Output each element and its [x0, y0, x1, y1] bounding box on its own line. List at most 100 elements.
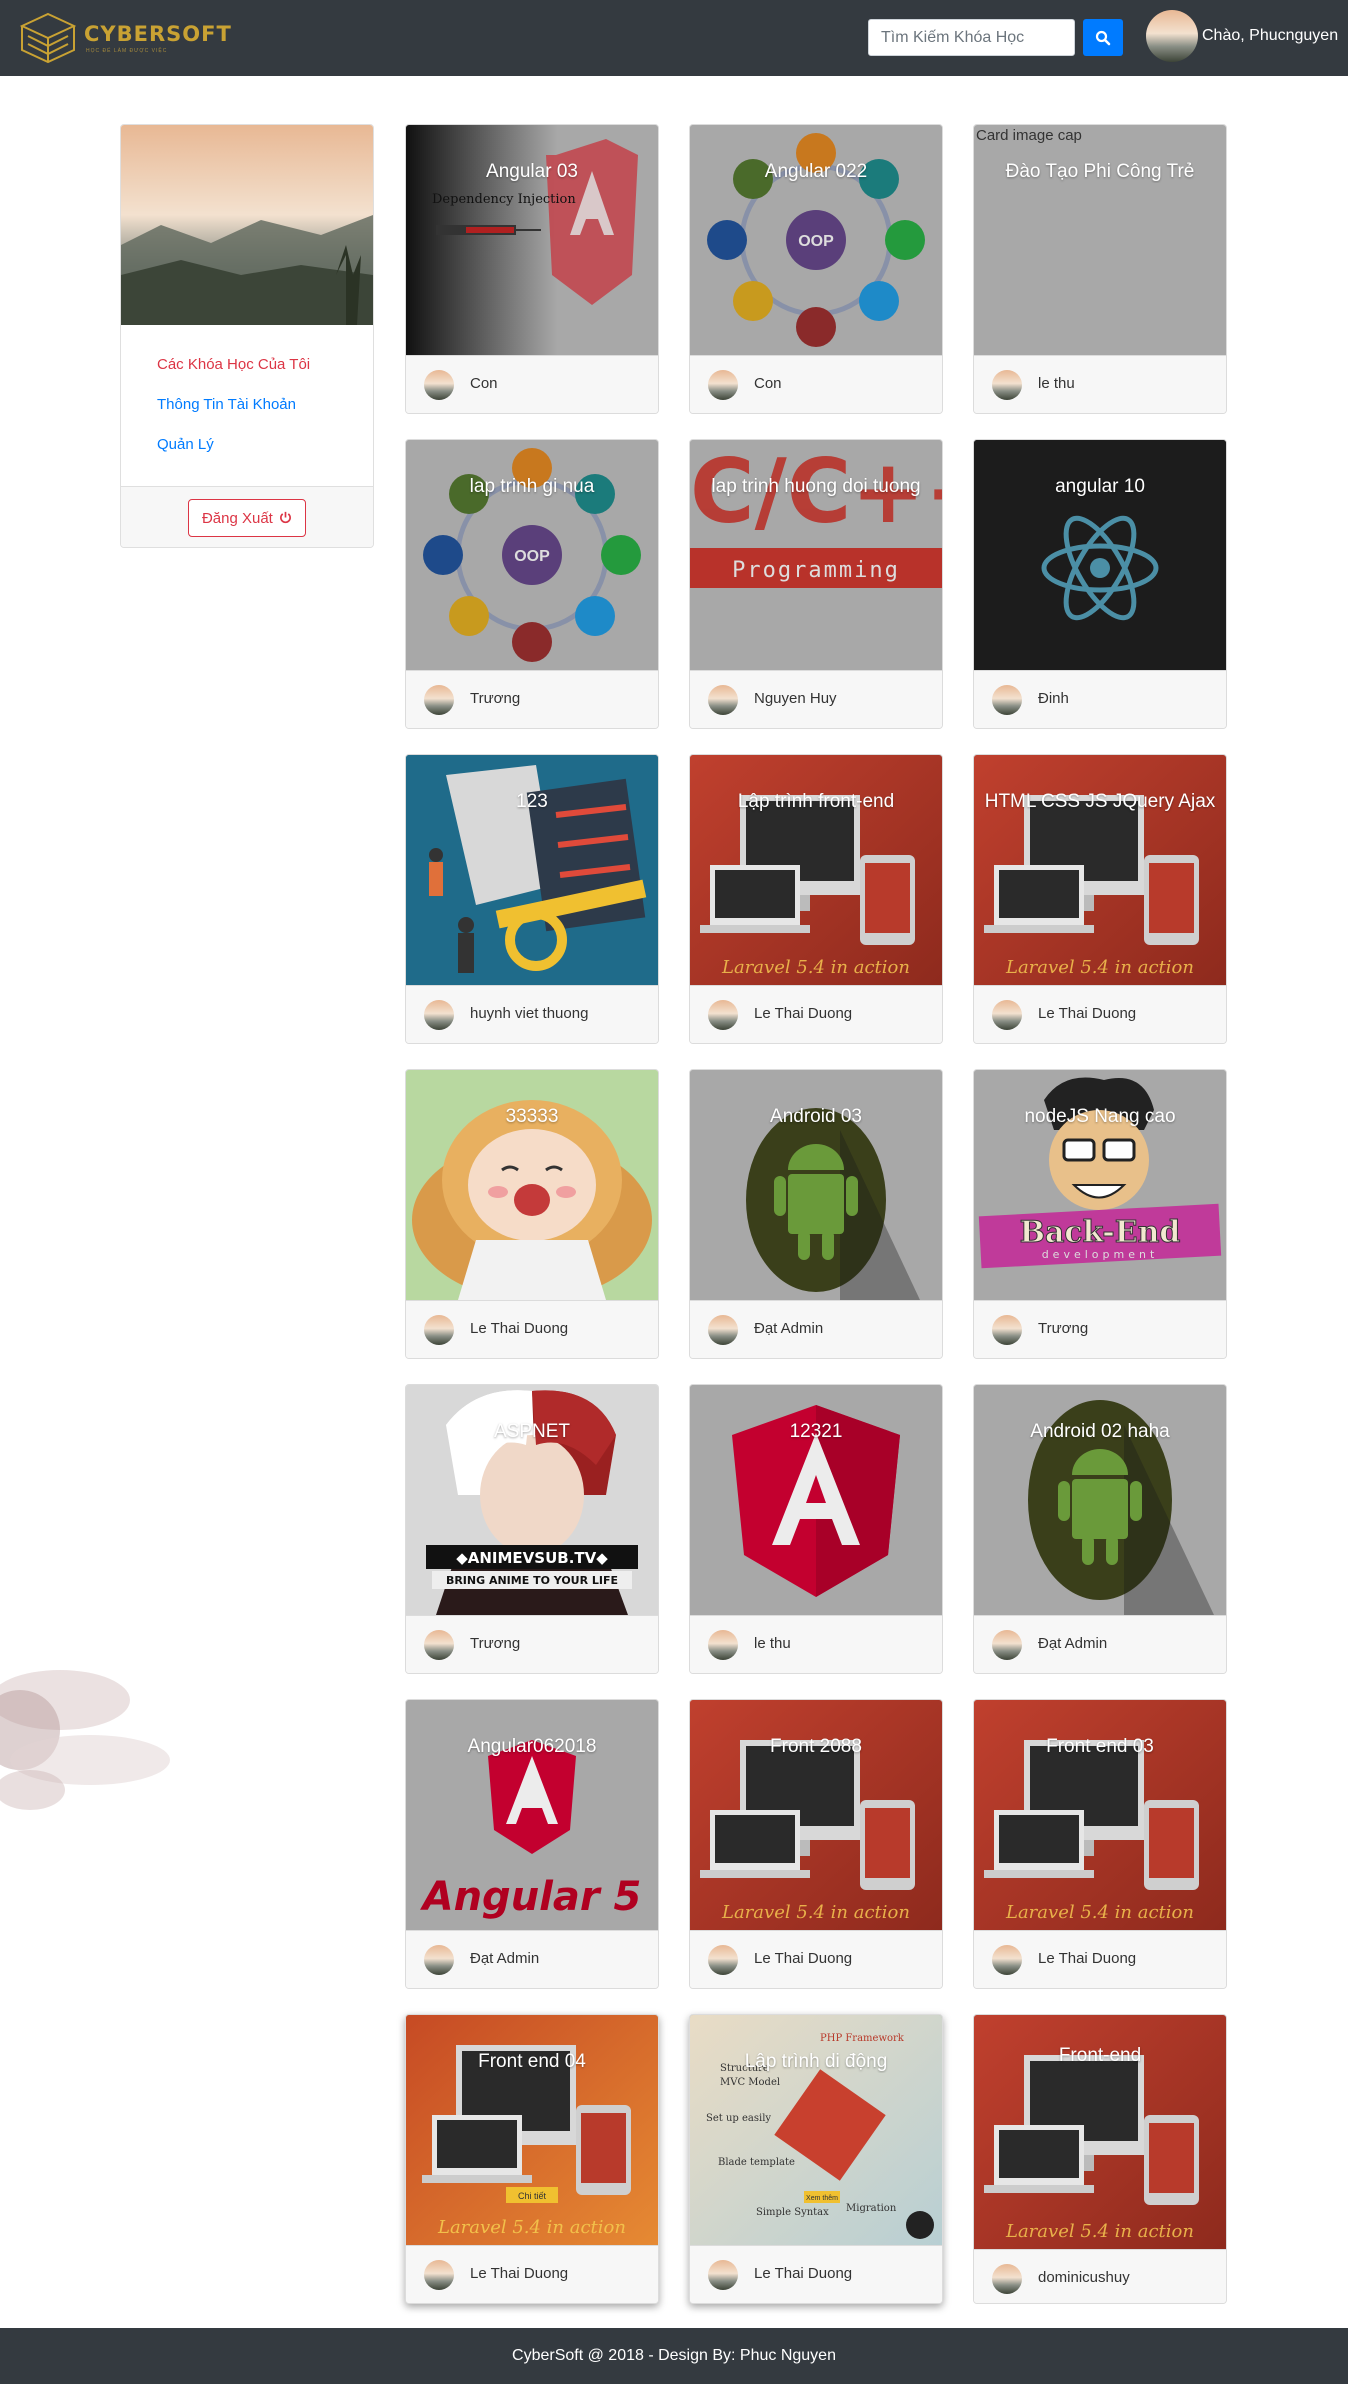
course-image: Laravel 5.4 in action Front-end — [974, 2015, 1226, 2249]
course-title: 12321 — [789, 1421, 843, 1442]
course-title: 33333 — [505, 1106, 559, 1127]
card-footer: Le Thai Duong — [690, 2245, 942, 2303]
card-footer: Đạt Admin — [406, 1930, 658, 1988]
course-title: Lập trình front-end — [737, 791, 895, 812]
php-item-migration: Migration — [846, 2203, 897, 2214]
search-icon — [1095, 30, 1111, 45]
course-image: Card image cap Đào Tạo Phi Công Trẻ — [974, 125, 1226, 355]
course-card[interactable]: PHP Framework Structure MVC Model Set up… — [689, 2014, 943, 2304]
course-image: C/C++ Programming lap trinh huong doi tu… — [690, 440, 942, 670]
oop-hub-label: OOP — [798, 233, 834, 250]
course-author: Le Thai Duong — [470, 2265, 569, 2282]
course-author: le thu — [754, 1635, 791, 1652]
backend-sign-text: Back-End — [1020, 1215, 1181, 1250]
brand-tagline: HỌC ĐỂ LÀM ĐƯỢC VIỆC — [86, 48, 168, 54]
course-card[interactable]: Android 03 Đạt Admin — [689, 1069, 943, 1359]
course-card[interactable]: Laravel 5.4 in action HTML CSS JS JQuery… — [973, 754, 1227, 1044]
course-card[interactable]: 123 huynh viet thuong — [405, 754, 659, 1044]
course-search-input[interactable] — [868, 19, 1075, 56]
author-avatar — [992, 1000, 1022, 1030]
laravel-book-caption: Laravel 5.4 in action — [1005, 1902, 1194, 1923]
sidebar-link-manage[interactable]: Quản Lý — [157, 435, 310, 475]
footer-credit: CyberSoft @ 2018 - Design By: Phuc Nguye… — [512, 2347, 836, 2364]
card-footer: Le Thai Duong — [406, 1300, 658, 1358]
course-image: Back-End development nodeJS Nang cao — [974, 1070, 1226, 1300]
course-card[interactable]: Card image cap Đào Tạo Phi Công Trẻ le t… — [973, 124, 1227, 414]
course-title: nodeJS Nang cao — [1024, 1106, 1176, 1127]
card-footer: le thu — [974, 355, 1226, 413]
card-footer: Trương — [974, 1300, 1226, 1358]
course-title: Android 02 haha — [1030, 1421, 1170, 1442]
course-card[interactable]: ◆ANIMEVSUB.TV◆ BRING ANIME TO YOUR LIFE … — [405, 1384, 659, 1674]
course-title: Angular062018 — [467, 1736, 597, 1757]
course-image: Laravel 5.4 in action HTML CSS JS JQuery… — [974, 755, 1226, 985]
brand-logo[interactable]: CYBERSOFT HỌC ĐỂ LÀM ĐƯỢC VIỆC — [20, 12, 231, 64]
course-image: 33333 — [406, 1070, 658, 1300]
details-badge-text: Chi tiết — [518, 2191, 547, 2201]
user-avatar[interactable] — [1146, 10, 1198, 62]
course-card[interactable]: C/C++ Programming lap trinh huong doi tu… — [689, 439, 943, 729]
author-avatar — [992, 1315, 1022, 1345]
sidebar-link-my-courses[interactable]: Các Khóa Học Của Tôi — [157, 355, 310, 395]
course-card[interactable]: Angular 5 Angular062018 Đạt Admin — [405, 1699, 659, 1989]
course-title: Front end 03 — [1046, 1736, 1154, 1757]
author-avatar — [708, 2260, 738, 2290]
course-card[interactable]: Laravel 5.4 in action Front end 03 Le Th… — [973, 1699, 1227, 1989]
card-footer: huynh viet thuong — [406, 985, 658, 1043]
course-card[interactable]: Dependency Injection Angular 03 Con — [405, 124, 659, 414]
author-avatar — [708, 1000, 738, 1030]
author-avatar — [992, 685, 1022, 715]
laravel-book-caption: Laravel 5.4 in action — [721, 957, 910, 978]
power-icon — [280, 511, 291, 523]
course-title: Android 03 — [770, 1106, 862, 1127]
course-card[interactable]: Chi tiết Laravel 5.4 in action Front end… — [405, 2014, 659, 2304]
course-card[interactable]: 33333 Le Thai Duong — [405, 1069, 659, 1359]
card-footer: Le Thai Duong — [974, 985, 1226, 1043]
course-card[interactable]: angular 10 Đinh — [973, 439, 1227, 729]
course-card[interactable]: 12321 le thu — [689, 1384, 943, 1674]
course-card[interactable]: Laravel 5.4 in action Lập trình front-en… — [689, 754, 943, 1044]
search-button[interactable] — [1083, 19, 1123, 56]
course-image: Dependency Injection Angular 03 — [406, 125, 658, 355]
logout-label: Đăng Xuất — [201, 509, 273, 527]
author-avatar — [424, 1000, 454, 1030]
user-greeting[interactable]: Chào, Phucnguyen — [1202, 27, 1338, 45]
course-author: huynh viet thuong — [470, 1005, 589, 1022]
angular5-logo-text: Angular 5 — [420, 1874, 642, 1920]
cube-logo-icon — [20, 12, 76, 64]
course-card[interactable]: Android 02 haha Đạt Admin — [973, 1384, 1227, 1674]
card-footer: le thu — [690, 1615, 942, 1673]
course-author: Đạt Admin — [1038, 1635, 1108, 1652]
course-author: Le Thai Duong — [1038, 1950, 1137, 1967]
sidebar-link-account-info[interactable]: Thông Tin Tài Khoản — [157, 395, 310, 435]
logout-button[interactable]: Đăng Xuất — [188, 499, 306, 537]
course-author: Đạt Admin — [754, 1320, 824, 1337]
author-avatar — [424, 1315, 454, 1345]
page-footer: CyberSoft @ 2018 - Design By: Phuc Nguye… — [0, 2328, 1348, 2384]
profile-cover-image — [121, 125, 373, 325]
card-footer: Le Thai Duong — [974, 1930, 1226, 1988]
course-author: dominicushuy — [1038, 2269, 1130, 2286]
course-image: 123 — [406, 755, 658, 985]
php-item-setup: Set up easily — [706, 2113, 771, 2124]
course-title: angular 10 — [1055, 476, 1145, 497]
card-footer: Con — [690, 355, 942, 413]
course-card[interactable]: OOP lap trinh gi nua Trương — [405, 439, 659, 729]
php-item-blade: Blade template — [718, 2157, 795, 2168]
course-card[interactable]: Laravel 5.4 in action Front 2088 Le Thai… — [689, 1699, 943, 1989]
brand-name: CYBERSOFT — [84, 22, 232, 46]
course-image: Laravel 5.4 in action Lập trình front-en… — [690, 755, 942, 985]
author-avatar — [424, 370, 454, 400]
course-image: ◆ANIMEVSUB.TV◆ BRING ANIME TO YOUR LIFE … — [406, 1385, 658, 1615]
course-image: Chi tiết Laravel 5.4 in action Front end… — [406, 2015, 658, 2245]
course-card[interactable]: Laravel 5.4 in action Front-end dominicu… — [973, 2014, 1227, 2304]
course-author: Đinh — [1038, 690, 1069, 707]
sidebar-menu: Các Khóa Học Của Tôi Thông Tin Tài Khoản… — [157, 355, 310, 475]
author-avatar — [992, 370, 1022, 400]
course-title: 123 — [516, 791, 548, 812]
course-card[interactable]: OOP Angular 022 Con — [689, 124, 943, 414]
animevsub-logo-text: ◆ANIMEVSUB.TV◆ — [456, 1549, 608, 1567]
card-footer: Trương — [406, 670, 658, 728]
course-title: Lập trình di động — [744, 2051, 888, 2072]
course-card[interactable]: Back-End development nodeJS Nang cao Trư… — [973, 1069, 1227, 1359]
